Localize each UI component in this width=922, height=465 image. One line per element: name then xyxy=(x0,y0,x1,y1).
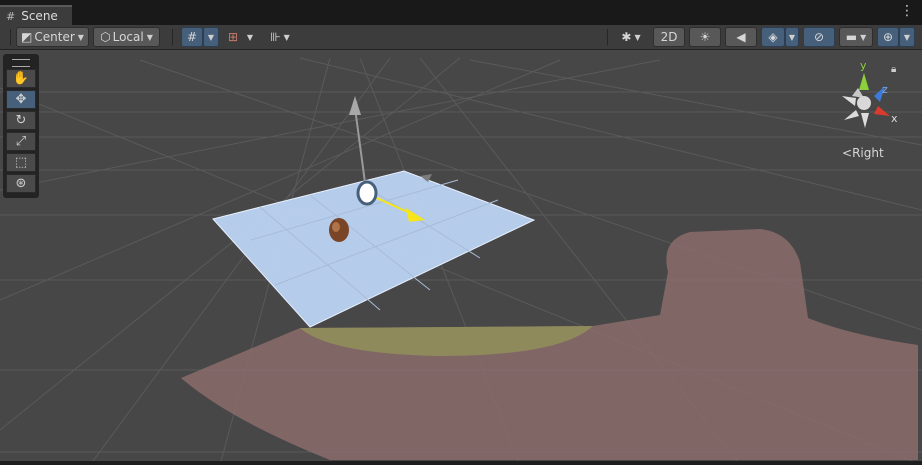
camera-settings-dropdown[interactable]: ▬ ▼ xyxy=(839,27,873,47)
globe-icon: ⊕ xyxy=(882,30,894,44)
perspective-icon: < xyxy=(842,146,853,160)
rotate-tool-button[interactable]: ↻ xyxy=(6,111,36,130)
hand-tool-button[interactable]: ✋ xyxy=(6,69,36,88)
grid-icon: # xyxy=(6,9,16,23)
pivot-mode-label: Center xyxy=(34,30,75,44)
bug-icon: ✱ xyxy=(621,30,632,44)
scene-visibility-toggle[interactable]: ⊘ xyxy=(803,27,835,47)
scene-toolbar: ◩ Center ▼ ⬡ Local ▼ # ▼ ⊞ ▼ ⊪ ▼ ✱ ▼ 2D … xyxy=(0,25,922,50)
transform-tool-button[interactable]: ⊛ xyxy=(6,174,36,193)
grid-snapping-dropdown[interactable]: ▼ xyxy=(203,27,219,47)
barrel-object[interactable] xyxy=(329,218,349,242)
grid-snap-icon: # xyxy=(186,30,198,44)
gizmo-z-label: z xyxy=(882,83,888,96)
pivot-mode-dropdown[interactable]: ◩ Center ▼ xyxy=(16,27,89,47)
hand-icon: ✋ xyxy=(12,71,30,86)
lighting-toggle[interactable]: ☀ xyxy=(689,27,721,47)
ruler-dropdown[interactable]: ⊪ ▼ xyxy=(261,27,299,47)
gizmos-dropdown[interactable]: ▼ xyxy=(899,27,915,47)
gizmo-y-label: y xyxy=(860,59,867,72)
chevron-down-icon: ▼ xyxy=(246,32,254,42)
chevron-down-icon: ▼ xyxy=(903,32,911,42)
move-tool-button[interactable]: ✥ xyxy=(6,90,36,109)
chevron-down-icon: ▼ xyxy=(77,32,84,42)
move-icon: ✥ xyxy=(15,92,27,107)
toggle-2d-label: 2D xyxy=(660,30,678,44)
toggle-2d-button[interactable]: 2D xyxy=(653,27,685,47)
gizmos-toggle[interactable]: ⊕ xyxy=(877,27,899,47)
chevron-down-icon: ▼ xyxy=(634,32,641,42)
effects-toggle[interactable]: ◈ xyxy=(761,27,785,47)
rotate-icon: ↻ xyxy=(15,113,27,128)
increment-snap-toggle[interactable]: ⊞ xyxy=(223,27,243,47)
hidden-eye-icon: ⊘ xyxy=(813,30,825,44)
pivot-rotation-label: Local xyxy=(112,30,144,44)
increment-snap-dropdown[interactable]: ▼ xyxy=(243,27,257,47)
toolbar-divider xyxy=(607,29,608,45)
toolbar-divider xyxy=(172,29,173,45)
camera-icon: ▬ xyxy=(845,30,858,44)
lightbulb-icon: ☀ xyxy=(699,30,711,44)
scale-tool-button[interactable]: ⤢ xyxy=(6,132,36,151)
snap-icon: ⊞ xyxy=(227,30,239,44)
chevron-down-icon: ▼ xyxy=(788,32,796,42)
tab-scene-label: Scene xyxy=(21,9,58,23)
scene-render[interactable] xyxy=(0,50,922,461)
tab-bar: # Scene ⋮ xyxy=(0,0,922,25)
bottom-border xyxy=(0,461,922,465)
rect-icon: ⬚ xyxy=(14,155,28,170)
audio-toggle[interactable]: ◀ xyxy=(725,27,757,47)
more-options-icon[interactable]: ⋮ xyxy=(900,4,914,18)
ruler-icon: ⊪ xyxy=(270,30,281,44)
scale-icon: ⤢ xyxy=(15,134,27,149)
chevron-down-icon: ▼ xyxy=(860,32,867,42)
cube-icon: ⬡ xyxy=(100,30,111,44)
scene-viewport[interactable] xyxy=(0,50,922,461)
effects-dropdown[interactable]: ▼ xyxy=(785,27,799,47)
layers-icon: ◈ xyxy=(768,30,778,44)
drag-handle-icon[interactable] xyxy=(12,59,30,67)
toolbar-divider xyxy=(10,29,11,45)
gizmo-center[interactable] xyxy=(857,96,871,110)
tab-scene[interactable]: # Scene xyxy=(0,5,72,25)
lock-icon[interactable]: 🔒︎ xyxy=(891,64,896,75)
speaker-mute-icon: ◀ xyxy=(736,30,746,44)
grid-snapping-toggle[interactable]: # xyxy=(181,27,203,47)
chevron-down-icon: ▼ xyxy=(207,32,215,42)
view-direction-label[interactable]: <Right xyxy=(842,146,884,160)
transform-icon: ⊛ xyxy=(15,176,27,191)
pivot-center-icon: ◩ xyxy=(21,30,33,44)
chevron-down-icon: ▼ xyxy=(283,32,290,42)
debug-draw-mode-dropdown[interactable]: ✱ ▼ xyxy=(613,27,649,47)
chevron-down-icon: ▼ xyxy=(146,32,153,42)
gizmo-x-label: x xyxy=(891,112,898,125)
view-direction-text: Right xyxy=(852,146,884,160)
rect-tool-button[interactable]: ⬚ xyxy=(6,153,36,172)
tool-panel: ✋ ✥ ↻ ⤢ ⬚ ⊛ xyxy=(3,54,39,198)
pivot-rotation-dropdown[interactable]: ⬡ Local ▼ xyxy=(93,27,160,47)
